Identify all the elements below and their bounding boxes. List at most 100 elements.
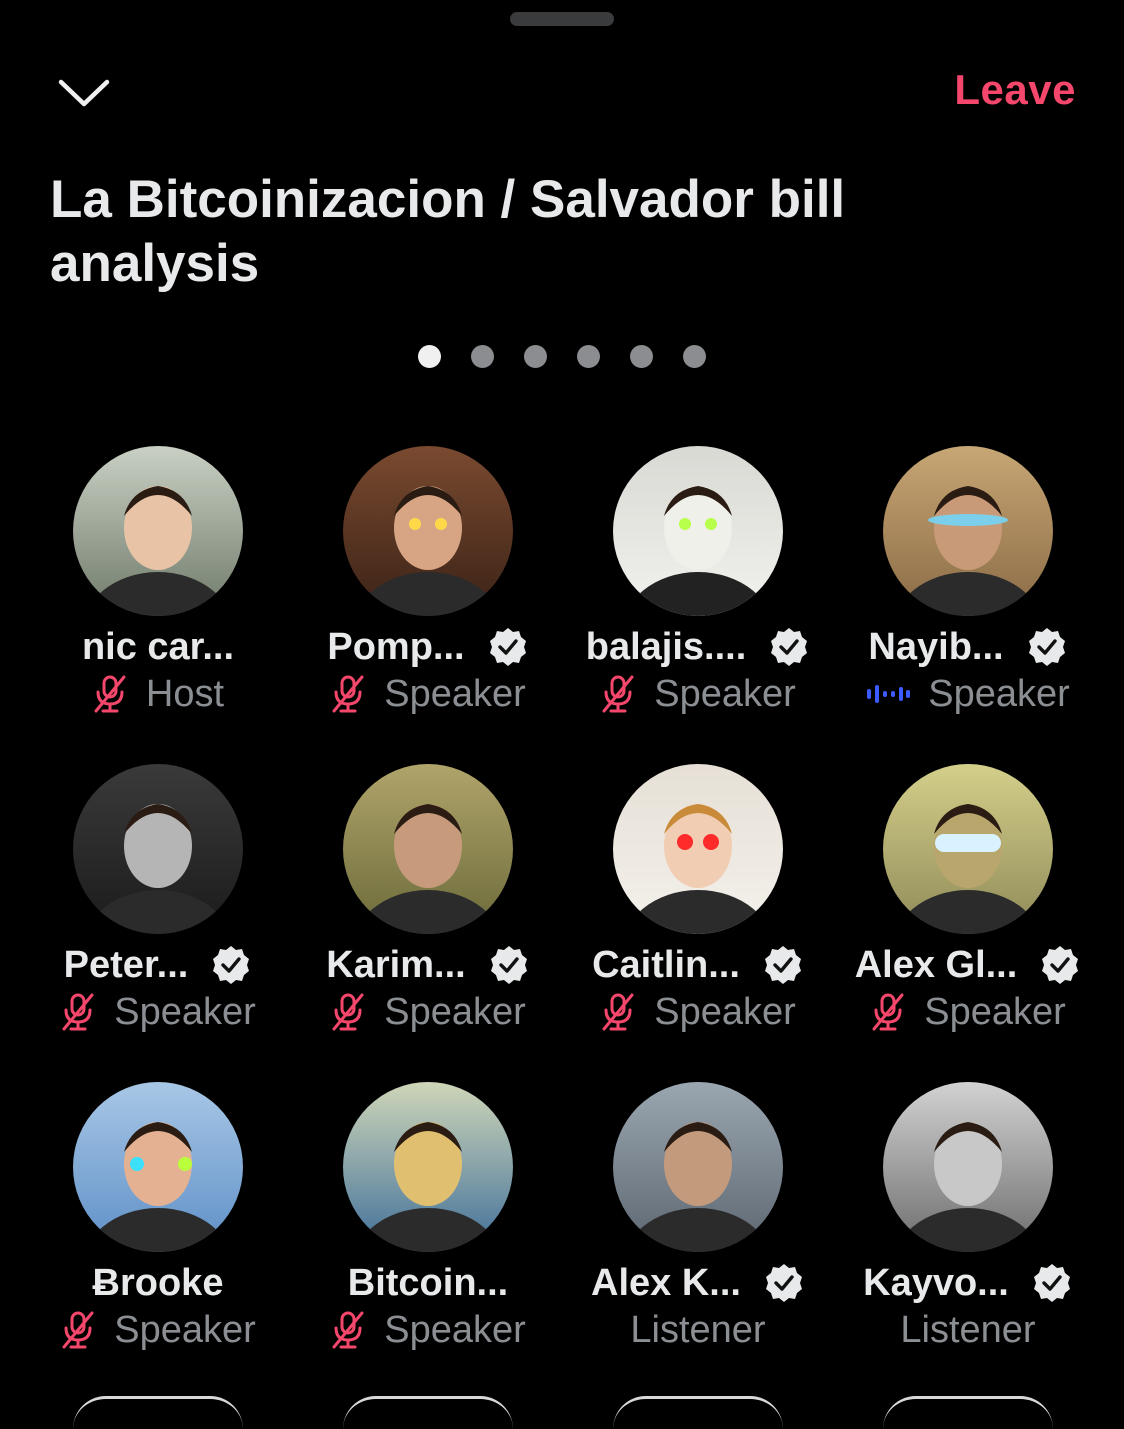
participant-card[interactable]: Kayvo... Listener — [833, 1082, 1103, 1400]
participant-card[interactable]: Alex Gl... Speaker — [833, 764, 1103, 1082]
participant-name: Caitlin... — [592, 943, 740, 986]
space-sheet: Leave La Bitcoinizacion / Salvador bill … — [0, 0, 1124, 1402]
participant-name-row: nic car... — [82, 624, 234, 670]
mic-muted-icon — [92, 674, 128, 714]
participant-name: Nayib... — [868, 625, 1004, 668]
page-dot[interactable] — [418, 345, 441, 368]
participant-role: Listener — [630, 1308, 766, 1351]
mic-muted-icon — [330, 1310, 366, 1350]
participant-name: Bitcoin... — [347, 1261, 509, 1304]
participant-name: balajis.... — [585, 625, 747, 668]
drag-handle[interactable] — [510, 12, 614, 26]
participant-card[interactable]: Peter... Speaker — [23, 764, 293, 1082]
verified-badge-icon — [210, 944, 252, 986]
participant-role: Speaker — [384, 672, 526, 715]
page-dot[interactable] — [577, 345, 600, 368]
mic-muted-icon — [600, 674, 636, 714]
verified-badge-icon — [762, 944, 804, 986]
participant-card[interactable]: Pomp... Speaker — [293, 446, 563, 764]
avatar[interactable] — [613, 764, 783, 934]
participant-name-row: Caitlin... — [592, 942, 804, 988]
next-row-avatar-edge — [613, 1396, 783, 1429]
avatar[interactable] — [883, 446, 1053, 616]
avatar[interactable] — [343, 1082, 513, 1252]
page-dot[interactable] — [683, 345, 706, 368]
next-row-avatar-edge — [343, 1396, 513, 1429]
next-row-avatar-edge — [883, 1396, 1053, 1429]
avatar[interactable] — [883, 764, 1053, 934]
verified-badge-icon — [1031, 1262, 1073, 1304]
verified-badge-icon — [1039, 944, 1081, 986]
participant-name-row: Alex K... — [591, 1260, 805, 1306]
mic-muted-icon — [600, 992, 636, 1032]
avatar[interactable] — [613, 1082, 783, 1252]
participant-card[interactable]: Bitcoin... Speaker — [293, 1082, 563, 1400]
participant-card[interactable]: balajis.... Speaker — [563, 446, 833, 764]
participant-role: Speaker — [654, 672, 796, 715]
participant-role-row: Speaker — [600, 988, 796, 1036]
participant-role-row: Listener — [630, 1306, 765, 1354]
participant-card[interactable]: Alex K... Listener — [563, 1082, 833, 1400]
avatar[interactable] — [73, 1082, 243, 1252]
page-dot[interactable] — [471, 345, 494, 368]
participant-name: Ƀrooke — [92, 1261, 224, 1304]
avatar[interactable] — [613, 446, 783, 616]
participant-name: Pomp... — [327, 625, 465, 668]
participant-card[interactable]: Karim... Speaker — [293, 764, 563, 1082]
verified-badge-icon — [1026, 626, 1068, 668]
participant-card[interactable]: Nayib... Speaker — [833, 446, 1103, 764]
participant-name-row: Peter... — [64, 942, 253, 988]
participant-grid: nic car... Host Pomp... Speaker balajis.... S… — [23, 446, 1103, 1400]
participant-name: Alex Gl... — [854, 943, 1018, 986]
participant-role: Listener — [900, 1308, 1036, 1351]
avatar[interactable] — [343, 764, 513, 934]
participant-role: Speaker — [924, 990, 1066, 1033]
avatar[interactable] — [73, 764, 243, 934]
participant-role-row: Speaker — [60, 1306, 256, 1354]
avatar[interactable] — [343, 446, 513, 616]
participant-role-row: Speaker — [330, 670, 526, 718]
participant-name: Peter... — [63, 943, 189, 986]
page-dot[interactable] — [630, 345, 653, 368]
participant-name-row: Pomp... — [327, 624, 528, 670]
verified-badge-icon — [768, 626, 810, 668]
participant-card[interactable]: nic car... Host — [23, 446, 293, 764]
participant-role: Speaker — [384, 1308, 526, 1351]
collapse-chevron-icon[interactable] — [56, 70, 112, 114]
participant-name-row: Kayvo... — [863, 1260, 1073, 1306]
participant-role: Speaker — [114, 1308, 256, 1351]
participant-card[interactable]: Ƀrooke Speaker — [23, 1082, 293, 1400]
avatar[interactable] — [73, 446, 243, 616]
participant-role-row: Host — [92, 670, 224, 718]
participant-role-row: Speaker — [60, 988, 256, 1036]
mic-muted-icon — [870, 992, 906, 1032]
verified-badge-icon — [488, 944, 530, 986]
participant-role-row: Speaker — [330, 1306, 526, 1354]
participant-role: Speaker — [928, 672, 1070, 715]
participant-role-row: Speaker — [866, 670, 1070, 718]
speaking-waveform-icon — [866, 683, 911, 705]
participant-name-row: Alex Gl... — [855, 942, 1082, 988]
participant-role-row: Speaker — [600, 670, 796, 718]
participant-role: Host — [145, 672, 225, 715]
participant-name-row: Bitcoin... — [348, 1260, 508, 1306]
participant-name: nic car... — [81, 625, 235, 668]
mic-muted-icon — [330, 992, 366, 1032]
participant-name: Kayvo... — [863, 1261, 1009, 1304]
participant-name-row: balajis.... — [586, 624, 811, 670]
participant-name-row: Karim... — [326, 942, 529, 988]
space-title: La Bitcoinizacion / Salvador bill analys… — [50, 170, 846, 293]
participant-role: Speaker — [654, 990, 796, 1033]
participant-name-row: Ƀrooke — [93, 1260, 224, 1306]
page-indicator — [0, 345, 1124, 368]
verified-badge-icon — [487, 626, 529, 668]
participant-role-row: Speaker — [330, 988, 526, 1036]
participant-name: Alex K... — [591, 1261, 741, 1304]
participant-role: Speaker — [114, 990, 256, 1033]
participant-role-row: Listener — [900, 1306, 1035, 1354]
avatar[interactable] — [883, 1082, 1053, 1252]
page-dot[interactable] — [524, 345, 547, 368]
mic-muted-icon — [60, 1310, 96, 1350]
leave-button[interactable]: Leave — [954, 66, 1076, 114]
participant-card[interactable]: Caitlin... Speaker — [563, 764, 833, 1082]
